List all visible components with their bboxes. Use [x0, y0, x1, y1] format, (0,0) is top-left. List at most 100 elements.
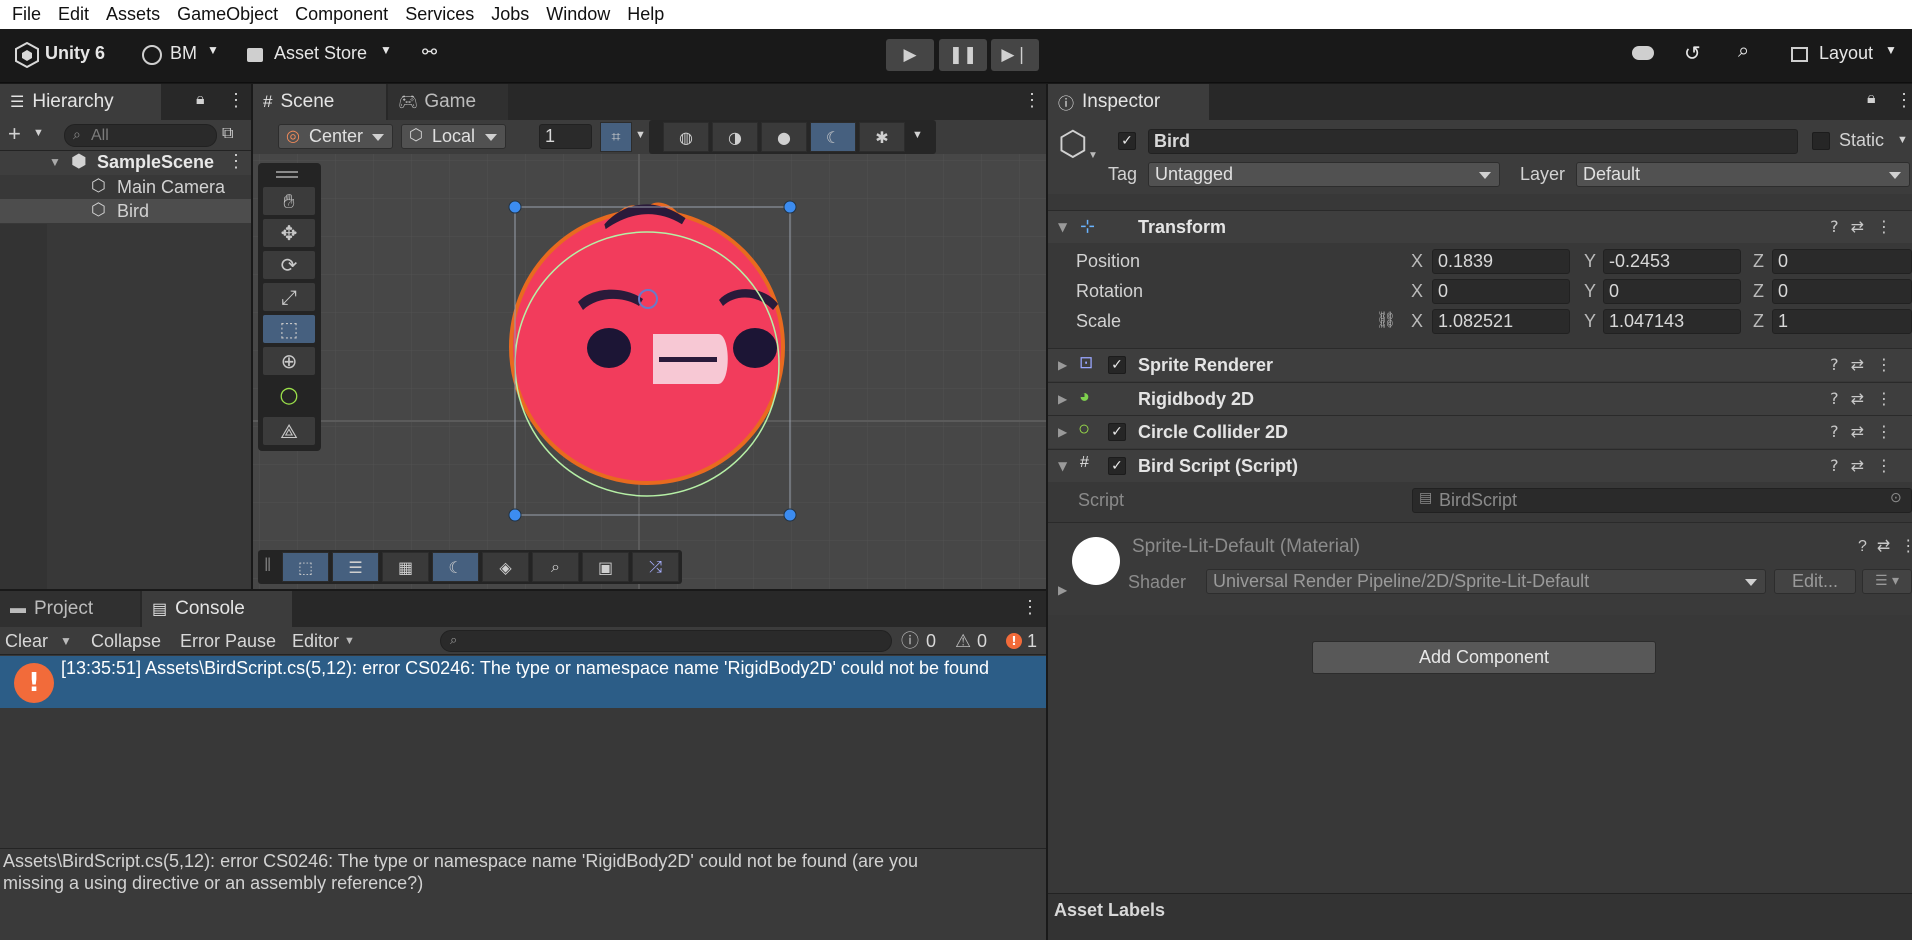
- shaded-button[interactable]: ●: [761, 122, 807, 152]
- history-icon[interactable]: ↺: [1684, 41, 1701, 66]
- 2d-lighting-button[interactable]: ☾: [432, 552, 479, 582]
- edit-shader-button[interactable]: Edit...: [1774, 569, 1856, 594]
- component-actions[interactable]: ?⇄⋮: [1830, 217, 1904, 236]
- account-icon[interactable]: [142, 45, 162, 65]
- panel-menu-icon[interactable]: ⋮: [227, 90, 245, 111]
- wireframe-button[interactable]: ◍: [663, 122, 709, 152]
- panel-splitter[interactable]: [1046, 84, 1048, 940]
- object-picker-icon[interactable]: ⊙: [1890, 489, 1902, 506]
- error-count[interactable]: 1: [1027, 627, 1037, 655]
- rect-handle[interactable]: [508, 508, 522, 522]
- circle-collider-fold-icon[interactable]: ▶: [1058, 425, 1067, 439]
- warning-count[interactable]: 0: [977, 627, 987, 655]
- position-x-field[interactable]: 0.1839: [1432, 249, 1570, 274]
- sprite-renderer-fold-icon[interactable]: ▶: [1058, 358, 1067, 372]
- clear-options-chevron-icon[interactable]: ▼: [60, 627, 72, 655]
- scene-fold-icon[interactable]: ▼: [49, 155, 61, 169]
- menu-gameobject[interactable]: GameObject: [171, 4, 289, 25]
- settings-slider-button[interactable]: ☰: [332, 552, 379, 582]
- rigidbody-fold-icon[interactable]: ▶: [1058, 392, 1067, 406]
- error-filter-icon[interactable]: !: [1006, 633, 1022, 649]
- menu-assets[interactable]: Assets: [100, 4, 171, 25]
- unity-logo-icon[interactable]: [14, 41, 40, 69]
- shader-options-button[interactable]: ☰ ▾: [1862, 569, 1912, 594]
- scale-tool-button[interactable]: ⤢: [263, 283, 315, 311]
- rect-handle[interactable]: [783, 508, 797, 522]
- static-chevron-icon[interactable]: ▼: [1897, 134, 1908, 146]
- search-scene-button[interactable]: ⌕: [532, 552, 579, 582]
- list-item[interactable]: ⬡ Main Camera: [0, 175, 251, 199]
- transform-fold-icon[interactable]: ▼: [1058, 220, 1067, 234]
- camera-button[interactable]: ▣: [582, 552, 629, 582]
- component-actions[interactable]: ?⇄⋮: [1858, 536, 1912, 556]
- scale-y-field[interactable]: 1.047143: [1603, 309, 1741, 334]
- gameobject-icon[interactable]: ⬡: [1058, 124, 1088, 164]
- tag-dropdown[interactable]: Untagged: [1148, 162, 1500, 187]
- rotation-z-field[interactable]: 0: [1772, 279, 1912, 304]
- cloud-icon[interactable]: [1632, 46, 1654, 60]
- scene-menu-icon[interactable]: ⋮: [227, 151, 245, 172]
- log-count[interactable]: 0: [926, 627, 936, 655]
- menu-services[interactable]: Services: [399, 4, 485, 25]
- tab-hierarchy[interactable]: ☰ Hierarchy: [0, 84, 161, 120]
- menu-file[interactable]: File: [6, 4, 52, 25]
- menu-component[interactable]: Component: [289, 4, 399, 25]
- static-checkbox[interactable]: [1812, 132, 1830, 150]
- menu-help[interactable]: Help: [621, 4, 675, 25]
- tab-project[interactable]: ▬ Project: [0, 591, 140, 627]
- console-log-entry-selected[interactable]: ! [13:35:51] Assets\BirdScript.cs(5,12):…: [0, 656, 1046, 708]
- tab-console[interactable]: ▤ Console: [142, 591, 292, 627]
- layout-chevron-icon[interactable]: ▼: [1885, 43, 1897, 57]
- account-chevron-icon[interactable]: ▼: [207, 43, 219, 57]
- constrain-proportions-icon[interactable]: ⛓: [1376, 310, 1396, 330]
- version-control-icon[interactable]: ⚯: [422, 42, 437, 63]
- panel-menu-icon[interactable]: ⋮: [1023, 90, 1041, 111]
- asset-store-button[interactable]: Asset Store: [274, 43, 367, 64]
- debug-button[interactable]: ✱: [859, 122, 905, 152]
- hierarchy-search-input[interactable]: All: [64, 124, 217, 147]
- tab-inspector[interactable]: ⓘ Inspector: [1048, 84, 1209, 120]
- rotate-tool-button[interactable]: ⟳: [263, 251, 315, 279]
- lighting-button[interactable]: ☾: [810, 122, 856, 152]
- scene-canvas[interactable]: [253, 154, 1046, 589]
- asset-store-chevron-icon[interactable]: ▼: [380, 43, 392, 57]
- grid-visibility-button[interactable]: ▦: [382, 552, 429, 582]
- material-fold-icon[interactable]: ▶: [1058, 583, 1067, 597]
- add-component-button[interactable]: Add Component: [1312, 641, 1656, 674]
- drag-handle[interactable]: ‖: [264, 555, 271, 576]
- lock-icon[interactable]: 🔒︎: [1867, 90, 1876, 108]
- search-icon[interactable]: ⌕: [1738, 40, 1749, 63]
- step-button[interactable]: ▶❘: [991, 39, 1039, 71]
- rigidbody-header[interactable]: ▶ ◕ Rigidbody 2D ?⇄⋮: [1048, 382, 1912, 415]
- layers-button[interactable]: ◈: [482, 552, 529, 582]
- shader-dropdown[interactable]: Universal Render Pipeline/2D/Sprite-Lit-…: [1206, 569, 1766, 594]
- view-tool-button[interactable]: ✋︎: [263, 187, 315, 215]
- add-chevron-icon[interactable]: ▼: [33, 127, 44, 139]
- console-search-input[interactable]: [440, 630, 892, 652]
- tab-game[interactable]: 🎮︎ Game: [388, 84, 508, 120]
- position-z-field[interactable]: 0: [1772, 249, 1912, 274]
- rect-handle[interactable]: [783, 200, 797, 214]
- drag-handle[interactable]: [276, 171, 298, 173]
- rotation-y-field[interactable]: 0: [1603, 279, 1741, 304]
- menu-window[interactable]: Window: [540, 4, 621, 25]
- bird-script-header[interactable]: ▼ # ✓ Bird Script (Script) ?⇄⋮: [1048, 449, 1912, 482]
- bird-script-enabled-checkbox[interactable]: ✓: [1108, 457, 1126, 475]
- custom-tool-button[interactable]: ⟁: [263, 417, 315, 445]
- component-actions[interactable]: ?⇄⋮: [1830, 456, 1904, 475]
- component-actions[interactable]: ?⇄⋮: [1830, 355, 1904, 374]
- scale-z-field[interactable]: 1: [1772, 309, 1912, 334]
- panel-menu-icon[interactable]: ⋮: [1895, 90, 1912, 111]
- clear-button[interactable]: Clear: [5, 627, 48, 655]
- bird-script-fold-icon[interactable]: ▼: [1058, 459, 1067, 473]
- move-tool-button[interactable]: ✥: [263, 219, 315, 247]
- object-name-input[interactable]: Bird: [1148, 129, 1798, 154]
- pause-button[interactable]: ❚❚: [939, 39, 987, 71]
- sprite-renderer-enabled-checkbox[interactable]: ✓: [1108, 356, 1126, 374]
- layer-dropdown[interactable]: Default: [1576, 162, 1910, 187]
- scene-visibility-icon[interactable]: ⧉: [222, 125, 233, 143]
- asset-labels-title[interactable]: Asset Labels: [1054, 900, 1165, 921]
- scene-row[interactable]: ▼ ⬢ SampleScene ⋮: [0, 151, 251, 175]
- shaded-wireframe-button[interactable]: ◑: [712, 122, 758, 152]
- grid-snap-chevron-icon[interactable]: ▼: [635, 129, 646, 141]
